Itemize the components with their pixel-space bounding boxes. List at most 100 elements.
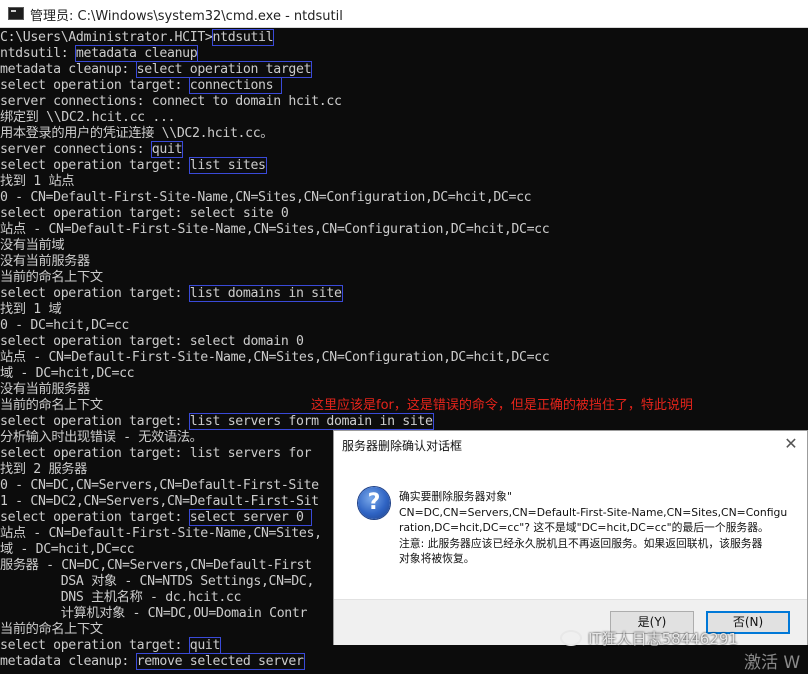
console-line-text: DNS 主机名称 - dc.hcit.cc	[0, 590, 242, 605]
highlighted-command: remove selected server	[135, 653, 305, 670]
console-line-text: 找到 1 站点	[0, 174, 75, 189]
console-line-text: 当前的命名上下文	[0, 270, 103, 285]
server-delete-confirm-dialog[interactable]: 服务器删除确认对话框 ✕ ? 确实要删除服务器对象" CN=DC,CN=Serv…	[333, 430, 808, 645]
console-line: 0 - DC=hcit,DC=cc	[0, 318, 129, 334]
highlighted-command: metadata cleanup	[74, 45, 199, 62]
dialog-message-line: CN=DC,CN=Servers,CN=Default-First-Site-N…	[399, 505, 788, 519]
dialog-message-line: ration,DC=hcit,DC=cc"? 这不是域"DC=hcit,DC=c…	[399, 521, 769, 534]
red-annotation-note: 这里应该是for，这是错误的命令，但是正确的被挡住了，特此说明	[311, 398, 693, 413]
console-line-text: 0 - DC=hcit,DC=cc	[0, 318, 130, 333]
console-line: ntdsutil: metadata cleanup	[0, 45, 199, 62]
dialog-body: ? 确实要删除服务器对象" CN=DC,CN=Servers,CN=Defaul…	[334, 459, 807, 599]
console-line-text: 站点 - CN=Default-First-Site-Name,CN=Sites…	[0, 350, 550, 365]
watermark-text: IT狂人日志58446291	[588, 630, 738, 648]
console-line: metadata cleanup: remove selected server	[0, 653, 305, 670]
console-line: DNS 主机名称 - dc.hcit.cc	[0, 590, 242, 606]
highlighted-command: ntdsutil	[211, 29, 275, 46]
console-line: select operation target: quit	[0, 637, 222, 654]
highlighted-command: select operation target	[135, 61, 313, 78]
cmd-app-icon	[8, 7, 24, 20]
console-line: 站点 - CN=Default-First-Site-Name,CN=Sites…	[0, 350, 550, 366]
console-line-text: ntdsutil:	[0, 46, 76, 61]
console-line-text: 没有当前域	[0, 238, 65, 253]
console-line-text: DSA 对象 - CN=NTDS Settings,CN=DC,	[0, 574, 315, 589]
console-line: 1 - CN=DC2,CN=Servers,CN=Default-First-S…	[0, 494, 319, 510]
console-line: metadata cleanup: select operation targe…	[0, 61, 313, 78]
console-line: 当前的命名上下文	[0, 622, 103, 638]
console-line-text: 当前的命名上下文	[0, 398, 103, 413]
console-line: select operation target: list domains in…	[0, 285, 343, 302]
highlighted-command: list servers form domain in site	[188, 413, 434, 430]
console-line-text: select operation target:	[0, 638, 190, 653]
console-line: 当前的命名上下文	[0, 398, 103, 414]
console-line: 分析输入时出现错误 - 无效语法。	[0, 430, 203, 446]
console-line: 站点 - CN=Default-First-Site-Name,CN=Sites…	[0, 526, 322, 542]
console-line: 没有当前域	[0, 238, 65, 254]
highlighted-command: list sites	[188, 157, 267, 174]
highlighted-command: select server 0	[188, 509, 313, 526]
console-line-text: 找到 2 服务器	[0, 462, 87, 477]
highlighted-command: list domains in site	[188, 285, 343, 302]
window-titlebar[interactable]: 管理员: C:\Windows\system32\cmd.exe - ntdsu…	[0, 0, 808, 28]
console-line-text: metadata cleanup:	[0, 62, 137, 77]
console-line-text: 0 - CN=Default-First-Site-Name,CN=Sites,…	[0, 190, 532, 205]
console-line-text: select operation target: select site 0	[0, 206, 289, 221]
console-line: server connections: quit	[0, 141, 184, 158]
console-line: 域 - DC=hcit,DC=cc	[0, 366, 135, 382]
console-line: 域 - DC=hcit,DC=cc	[0, 542, 135, 558]
console-line-text: 没有当前服务器	[0, 382, 90, 397]
console-line: 找到 1 域	[0, 302, 62, 318]
highlighted-command: quit	[150, 141, 184, 158]
dialog-message-line: 对象将被恢复。	[399, 552, 475, 565]
console-line-text: C:\Users\Administrator.HCIT>	[0, 30, 213, 45]
console-line-text: 当前的命名上下文	[0, 622, 103, 637]
console-line-text: 1 - CN=DC2,CN=Servers,CN=Default-First-S…	[0, 494, 319, 509]
console-line-text: select operation target:	[0, 414, 190, 429]
highlighted-command: connections	[188, 77, 282, 94]
question-icon: ?	[358, 487, 390, 519]
console-line: select operation target: connections	[0, 77, 282, 94]
console-line: 没有当前服务器	[0, 382, 90, 398]
console-line-text: metadata cleanup:	[0, 654, 137, 669]
console-line-text: 用本登录的用户的凭证连接 \\DC2.hcit.cc。	[0, 126, 274, 141]
console-line-text: 找到 1 域	[0, 302, 62, 317]
console-line-text: 站点 - CN=Default-First-Site-Name,CN=Sites…	[0, 222, 550, 237]
console-line-text: 服务器 - CN=DC,CN=Servers,CN=Default-First	[0, 558, 312, 573]
console-line-text: select operation target: list servers fo…	[0, 446, 312, 461]
console-line: 站点 - CN=Default-First-Site-Name,CN=Sites…	[0, 222, 550, 238]
console-line: select operation target: select site 0	[0, 206, 289, 222]
console-line-text: 分析输入时出现错误 - 无效语法。	[0, 430, 203, 445]
console-line-text: select operation target:	[0, 286, 190, 301]
console-line-text: select operation target:	[0, 510, 190, 525]
activate-windows-watermark: 激活 W	[744, 653, 801, 673]
console-line-text: 计算机对象 - CN=DC,OU=Domain Contr	[0, 606, 308, 621]
console-line: server connections: connect to domain hc…	[0, 94, 342, 110]
dialog-message-line: 注意: 此服务器应该已经永久脱机且不再返回服务。如果返回联机，该服务器	[399, 536, 763, 550]
console-line: select operation target: select domain 0	[0, 334, 304, 350]
console-line: select operation target: list sites	[0, 157, 267, 174]
console-line: 找到 2 服务器	[0, 462, 87, 478]
dialog-message-line: 确实要删除服务器对象"	[399, 490, 512, 503]
console-line-text: 绑定到 \\DC2.hcit.cc ...	[0, 110, 176, 125]
console-line: 当前的命名上下文	[0, 270, 103, 286]
highlighted-command: quit	[188, 637, 222, 654]
close-icon[interactable]: ✕	[783, 434, 799, 453]
console-line-text: 没有当前服务器	[0, 254, 90, 269]
console-line: select operation target: list servers fo…	[0, 446, 312, 462]
console-line: 找到 1 站点	[0, 174, 74, 190]
console-line-text: select operation target: select domain 0	[0, 334, 304, 349]
console-line-text: select operation target:	[0, 78, 190, 93]
console-line: select operation target: list servers fo…	[0, 413, 434, 430]
console-line: 服务器 - CN=DC,CN=Servers,CN=Default-First	[0, 558, 312, 574]
console-line-text: server connections: connect to domain hc…	[0, 94, 342, 109]
console-line: DSA 对象 - CN=NTDS Settings,CN=DC,	[0, 574, 315, 590]
console-line: 0 - CN=DC,CN=Servers,CN=Default-First-Si…	[0, 478, 319, 494]
console-line: select operation target: select server 0	[0, 509, 313, 526]
console-line-text: 0 - CN=DC,CN=Servers,CN=Default-First-Si…	[0, 478, 319, 493]
window-title: 管理员: C:\Windows\system32\cmd.exe - ntdsu…	[30, 9, 343, 24]
console-line: 没有当前服务器	[0, 254, 90, 270]
console-line-text: 域 - DC=hcit,DC=cc	[0, 366, 135, 381]
console-line: 绑定到 \\DC2.hcit.cc ...	[0, 110, 175, 126]
wechat-watermark: IT狂人日志58446291	[560, 628, 738, 649]
console-line: 0 - CN=Default-First-Site-Name,CN=Sites,…	[0, 190, 532, 206]
